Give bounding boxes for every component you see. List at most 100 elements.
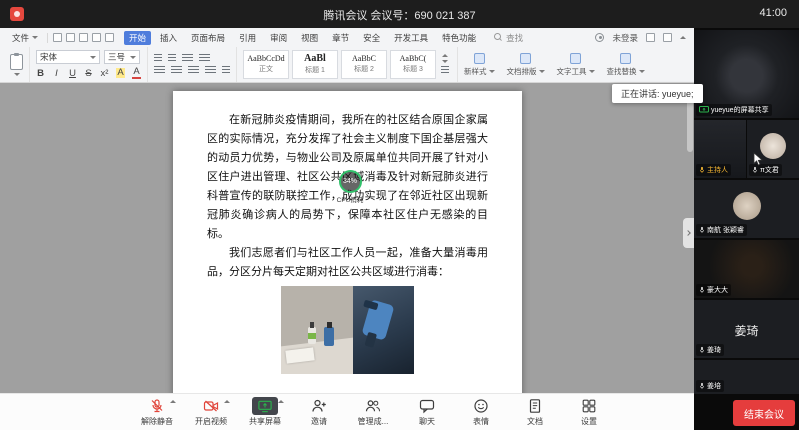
save-icon[interactable] (53, 33, 62, 42)
ribbon-tool-buttons: 新样式 文档排版 文字工具 查找替换 (458, 47, 651, 82)
tab-security[interactable]: 安全 (358, 31, 385, 45)
print-icon[interactable] (66, 33, 75, 42)
font-name-select[interactable]: 宋体 (36, 50, 100, 64)
style-heading2[interactable]: AaBbC 标题 2 (341, 50, 387, 79)
mic-options-arrow[interactable] (170, 400, 176, 403)
tab-view[interactable]: 视图 (296, 31, 323, 45)
tab-references[interactable]: 引用 (234, 31, 261, 45)
gallery-down-icon[interactable] (442, 60, 448, 63)
redo-icon[interactable] (105, 33, 114, 42)
paragraph-group (148, 47, 237, 82)
doc-photo-row (207, 286, 488, 374)
end-meeting-button[interactable]: 结束会议 (733, 400, 795, 426)
paste-button[interactable] (10, 54, 23, 70)
mic-icon (699, 382, 705, 390)
emoji-icon (473, 398, 489, 414)
mic-icon (752, 166, 758, 174)
numbered-list-icon[interactable] (168, 54, 176, 63)
chevron-down-icon (639, 70, 645, 73)
account-label[interactable]: 未登录 (612, 32, 638, 44)
undo-icon[interactable] (92, 33, 101, 42)
chevron-down-icon (539, 70, 545, 73)
start-video-button[interactable]: 开启视频 (187, 397, 235, 427)
align-left-icon[interactable] (154, 66, 165, 75)
chevron-down-icon (130, 56, 136, 59)
cpu-label: CPU消耗 (330, 194, 370, 204)
bold-button[interactable]: B (36, 68, 45, 79)
mic-icon (699, 346, 705, 354)
strikethrough-button[interactable]: S (84, 68, 93, 79)
tab-section[interactable]: 章节 (327, 31, 354, 45)
screen-share-mini-icon (699, 106, 709, 114)
text-tools-button[interactable]: 文字工具 (551, 53, 601, 77)
ribbon-search[interactable]: 查找 (494, 32, 523, 44)
chevron-down-icon (32, 36, 38, 39)
invite-button[interactable]: 邀请 (295, 397, 343, 427)
share-screen-button[interactable]: 共享屏幕 (241, 397, 289, 427)
tab-review[interactable]: 审阅 (265, 31, 292, 45)
participant-tile-host[interactable]: 主持人 (694, 120, 746, 178)
participant-tile-haodada[interactable]: 豪大大 (694, 240, 799, 298)
doc-typeset-icon (520, 53, 531, 64)
style-heading1[interactable]: AaBl 标题 1 (292, 50, 338, 79)
members-icon (365, 398, 381, 414)
tab-special-features[interactable]: 特色功能 (437, 31, 481, 45)
tab-home[interactable]: 开始 (124, 31, 151, 45)
participant-tile-piwenjun[interactable]: π文君 (747, 120, 799, 178)
share-options-arrow[interactable] (278, 400, 284, 403)
chat-button[interactable]: 聊天 (403, 397, 451, 427)
new-style-icon (474, 53, 485, 64)
shared-word-window: 文件 开始 插入 页面布局 引用 审阅 视图 (0, 28, 694, 393)
tab-insert[interactable]: 插入 (155, 31, 182, 45)
bullet-list-icon[interactable] (154, 54, 162, 63)
underline-button[interactable]: U (68, 68, 77, 79)
style-heading3[interactable]: AaBbC( 标题 3 (390, 50, 436, 79)
participant-tile-screenshare[interactable]: yueyue的屏幕共享 (694, 30, 799, 118)
mic-icon (699, 166, 705, 174)
superscript-button[interactable]: x² (100, 68, 109, 79)
preview-icon[interactable] (79, 33, 88, 42)
participant-label: 姜培 (696, 380, 724, 392)
share-icon[interactable] (646, 33, 655, 42)
panel-collapse-handle[interactable] (683, 218, 694, 248)
performance-indicator[interactable]: 34% CPU消耗 (330, 170, 370, 204)
docs-button[interactable]: 文档 (511, 397, 559, 427)
doc-typeset-button[interactable]: 文档排版 (501, 53, 551, 77)
unmute-button[interactable]: 解除静音 (133, 397, 181, 427)
file-menu-label: 文件 (12, 32, 29, 44)
style-normal[interactable]: AaBbCcDd 正文 (243, 50, 289, 79)
participant-tile-jiangqi[interactable]: 姜琦 姜琦 (694, 300, 799, 358)
participant-label: 南航 张颖睿 (696, 224, 747, 236)
document-canvas[interactable]: 在新冠肺炎疫情期间，我所在的社区结合原国企家属区的实际情况，充分发挥了社会主义制… (0, 83, 694, 393)
decrease-indent-icon[interactable] (182, 54, 193, 63)
font-color-button[interactable]: A (132, 67, 141, 79)
file-menu-button[interactable]: 文件 (8, 31, 42, 45)
new-style-button[interactable]: 新样式 (458, 53, 501, 77)
collapse-ribbon-icon[interactable] (680, 36, 686, 39)
participant-tile-jiangpei[interactable]: 姜培 (694, 360, 799, 394)
italic-button[interactable]: I (52, 68, 61, 79)
notification-icon[interactable] (663, 33, 672, 42)
settings-button[interactable]: 设置 (565, 397, 613, 427)
tab-page-layout[interactable]: 页面布局 (186, 31, 230, 45)
find-replace-button[interactable]: 查找替换 (601, 53, 651, 77)
align-right-icon[interactable] (188, 66, 199, 75)
video-options-arrow[interactable] (224, 400, 230, 403)
tab-developer[interactable]: 开发工具 (389, 31, 433, 45)
document-page[interactable]: 在新冠肺炎疫情期间，我所在的社区结合原国企家属区的实际情况，充分发挥了社会主义制… (173, 91, 522, 393)
gallery-more-icon[interactable] (441, 66, 449, 75)
ribbon-right-cluster: 未登录 (595, 32, 686, 44)
increase-indent-icon[interactable] (199, 54, 210, 63)
emoji-button[interactable]: 表情 (457, 397, 505, 427)
manage-members-button[interactable]: 管理成... (349, 397, 397, 427)
styles-gallery-arrows (439, 54, 451, 75)
line-spacing-icon[interactable] (222, 66, 230, 75)
word-toolbar-row: 宋体 三号 B I U S x² A (0, 47, 694, 82)
font-size-select[interactable]: 三号 (104, 50, 140, 64)
highlight-color-button[interactable]: A (116, 68, 125, 78)
gallery-up-icon[interactable] (442, 54, 448, 57)
align-center-icon[interactable] (171, 66, 182, 75)
participant-tile-nanhang[interactable]: 南航 张颖睿 (694, 180, 799, 238)
justify-icon[interactable] (205, 66, 216, 75)
search-label: 查找 (506, 32, 523, 44)
